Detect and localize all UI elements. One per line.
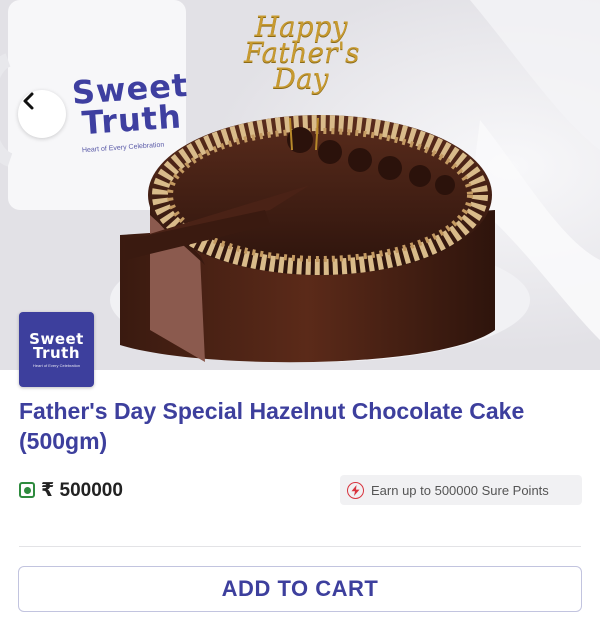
mug-brand-line2: Truth: [80, 97, 183, 143]
chevron-left-icon: [23, 92, 34, 110]
logo-line2: Truth: [32, 343, 80, 362]
veg-indicator-icon: [19, 482, 35, 498]
sure-points-badge: Earn up to 500000 Sure Points: [340, 475, 582, 505]
cake-topper: Happy Father's Day: [244, 13, 360, 95]
add-to-cart-button[interactable]: ADD TO CART: [18, 566, 582, 612]
topper-line3: Day: [273, 62, 329, 95]
price-row: ₹ 500000: [19, 478, 123, 502]
product-price: ₹ 500000: [41, 479, 123, 501]
mug-brand-logo: Sweet Truth Heart of Every Celebration: [71, 66, 212, 155]
lightning-icon: [347, 481, 364, 499]
back-button[interactable]: [18, 90, 66, 138]
product-title: Father's Day Special Hazelnut Chocolate …: [19, 398, 525, 454]
brand-logo: Sweet Truth Heart of Every Celebration: [19, 312, 94, 387]
logo-tagline: Heart of Every Celebration: [32, 362, 81, 368]
sure-points-text: Earn up to 500000 Sure Points: [371, 482, 549, 498]
divider: [19, 546, 581, 547]
